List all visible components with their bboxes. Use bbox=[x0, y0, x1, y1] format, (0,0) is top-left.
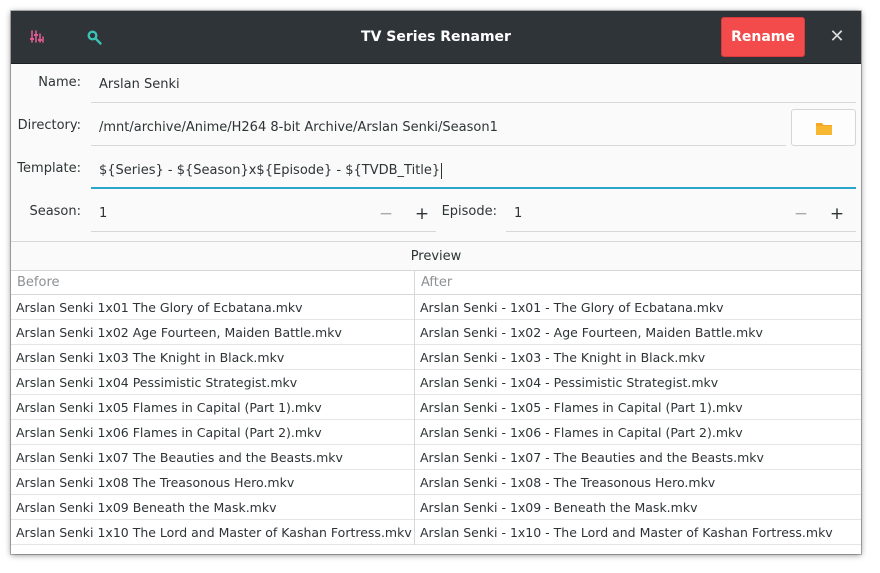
search-icon[interactable] bbox=[81, 24, 107, 50]
table-row[interactable]: Arslan Senki 1x04 Pessimistic Strategist… bbox=[11, 370, 861, 395]
table-row[interactable]: Arslan Senki 1x08 The Treasonous Hero.mk… bbox=[11, 470, 861, 495]
table-row[interactable]: Arslan Senki 1x09 Beneath the Mask.mkv Ar… bbox=[11, 495, 861, 520]
directory-input[interactable]: /mnt/archive/Anime/H264 8-bit Archive/Ar… bbox=[91, 110, 786, 146]
browse-folder-button[interactable] bbox=[791, 109, 856, 146]
table-row[interactable]: Arslan Senki 1x10 The Lord and Master of… bbox=[11, 520, 861, 545]
template-input[interactable]: ${Series} - ${Season}x${Episode} - ${TVD… bbox=[91, 153, 856, 189]
close-icon[interactable]: ✕ bbox=[823, 23, 851, 51]
text-caret bbox=[441, 162, 443, 179]
table-row[interactable]: Arslan Senki 1x06 Flames in Capital (Par… bbox=[11, 420, 861, 445]
episode-label: Episode: bbox=[441, 204, 497, 219]
column-header-after[interactable]: After bbox=[415, 271, 861, 295]
cell-before: Arslan Senki 1x07 The Beauties and the B… bbox=[16, 450, 343, 465]
template-label: Template: bbox=[17, 161, 81, 176]
cell-after: Arslan Senki - 1x05 - Flames in Capital … bbox=[414, 395, 861, 420]
table-row[interactable]: Arslan Senki 1x05 Flames in Capital (Par… bbox=[11, 395, 861, 420]
table-row[interactable]: Arslan Senki 1x07 The Beauties and the B… bbox=[11, 445, 861, 470]
cell-after: Arslan Senki - 1x06 - Flames in Capital … bbox=[414, 420, 861, 445]
table-row[interactable]: Arslan Senki 1x02 Age Fourteen, Maiden B… bbox=[11, 320, 861, 345]
table-body: Arslan Senki 1x01 The Glory of Ecbatana.… bbox=[11, 295, 861, 545]
cell-after: Arslan Senki - 1x08 - The Treasonous Her… bbox=[414, 470, 861, 495]
cell-before: Arslan Senki 1x03 The Knight in Black.mk… bbox=[16, 350, 285, 365]
cell-before: Arslan Senki 1x02 Age Fourteen, Maiden B… bbox=[16, 325, 342, 340]
cell-before: Arslan Senki 1x04 Pessimistic Strategist… bbox=[16, 375, 298, 390]
table-header: Before After bbox=[11, 271, 861, 295]
cell-before: Arslan Senki 1x06 Flames in Capital (Par… bbox=[16, 425, 322, 440]
cell-before: Arslan Senki 1x05 Flames in Capital (Par… bbox=[16, 400, 322, 415]
cell-after: Arslan Senki - 1x02 - Age Fourteen, Maid… bbox=[414, 320, 861, 345]
cell-after: Arslan Senki - 1x03 - The Knight in Blac… bbox=[414, 345, 861, 370]
app-window: TV Series Renamer Rename ✕ Name: Arslan … bbox=[11, 11, 861, 554]
table-row[interactable]: Arslan Senki 1x03 The Knight in Black.mk… bbox=[11, 345, 861, 370]
cell-after: Arslan Senki - 1x04 - Pessimistic Strate… bbox=[414, 370, 861, 395]
cell-before: Arslan Senki 1x10 The Lord and Master of… bbox=[16, 525, 412, 540]
cell-before: Arslan Senki 1x09 Beneath the Mask.mkv bbox=[16, 500, 277, 515]
cell-after: Arslan Senki - 1x09 - Beneath the Mask.m… bbox=[414, 495, 861, 520]
table-row[interactable]: Arslan Senki 1x01 The Glory of Ecbatana.… bbox=[11, 295, 861, 320]
directory-label: Directory: bbox=[17, 118, 81, 133]
header-bar: TV Series Renamer Rename ✕ bbox=[11, 11, 861, 64]
name-input[interactable]: Arslan Senki bbox=[91, 67, 856, 103]
season-decrement-button[interactable]: − bbox=[375, 203, 397, 225]
cell-before: Arslan Senki 1x01 The Glory of Ecbatana.… bbox=[16, 300, 303, 315]
template-input-text: ${Series} - ${Season}x${Episode} - ${TVD… bbox=[99, 163, 441, 178]
folder-icon bbox=[815, 122, 832, 135]
preview-title: Preview bbox=[11, 241, 861, 271]
name-label: Name: bbox=[38, 75, 81, 90]
cell-after: Arslan Senki - 1x10 - The Lord and Maste… bbox=[414, 520, 861, 545]
cell-after: Arslan Senki - 1x01 - The Glory of Ecbat… bbox=[414, 295, 861, 320]
episode-decrement-button[interactable]: − bbox=[790, 203, 812, 225]
cell-after: Arslan Senki - 1x07 - The Beauties and t… bbox=[414, 445, 861, 470]
episode-increment-button[interactable]: + bbox=[826, 203, 848, 225]
cell-before: Arslan Senki 1x08 The Treasonous Hero.mk… bbox=[16, 475, 295, 490]
rename-button[interactable]: Rename bbox=[721, 17, 805, 57]
equalizer-icon[interactable] bbox=[24, 24, 50, 50]
season-label: Season: bbox=[29, 204, 81, 219]
column-header-before[interactable]: Before bbox=[11, 271, 414, 295]
preview-table: Before After Arslan Senki 1x01 The Glory… bbox=[11, 270, 861, 554]
